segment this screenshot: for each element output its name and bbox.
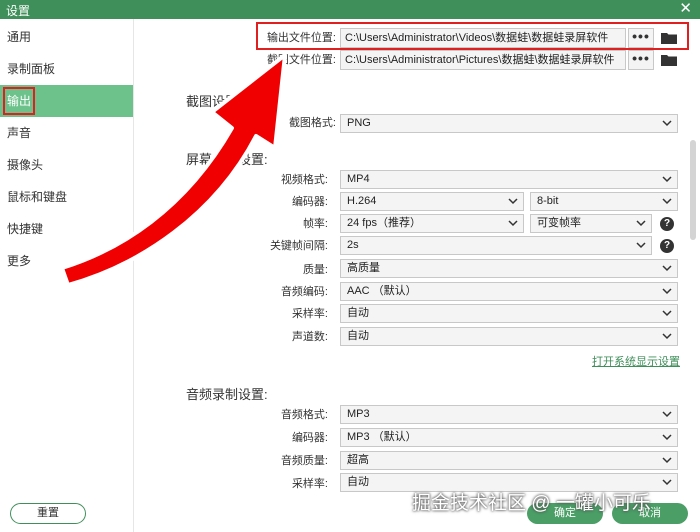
help-icon[interactable]: ?	[660, 239, 674, 253]
folder-icon	[661, 55, 677, 66]
screenshot-settings-title: 截图设置	[186, 94, 239, 109]
field-label: 视频格式:	[280, 174, 328, 186]
encoder-select[interactable]: H.264	[340, 192, 524, 211]
field-label: 编码器:	[291, 432, 328, 444]
select-value: 自动	[347, 330, 369, 342]
quality-select[interactable]: 高质量	[340, 259, 678, 278]
chevron-down-icon	[662, 265, 672, 272]
audio-encoder-select[interactable]: MP3 （默认）	[340, 428, 678, 447]
screen-recording-title: 屏幕录制设置:	[186, 152, 268, 167]
select-value: 高质量	[347, 262, 380, 274]
open-display-settings-link[interactable]: 打开系统显示设置	[592, 353, 680, 369]
sidebar-item-label: 更多	[7, 254, 32, 268]
sidebar-item-camera[interactable]: 摄像头	[0, 149, 133, 181]
window-title: 设置	[6, 4, 31, 18]
chevron-down-icon	[662, 333, 672, 340]
reset-button[interactable]: 重置	[10, 503, 86, 524]
sidebar-item-sound[interactable]: 声音	[0, 117, 133, 149]
select-value: H.264	[347, 195, 377, 207]
screenshot-folder-button[interactable]	[658, 50, 680, 70]
field-label: 采样率:	[291, 308, 328, 320]
sidebar-item-label: 输出	[3, 87, 36, 115]
select-value: 可变帧率	[537, 217, 581, 229]
chevron-down-icon	[662, 479, 672, 486]
select-value: AAC （默认）	[347, 285, 417, 297]
channels-select[interactable]: 自动	[340, 327, 678, 346]
screenshot-format-select[interactable]: PNG	[340, 114, 678, 133]
field-label: 采样率:	[291, 478, 328, 490]
select-value: MP4	[347, 173, 370, 185]
select-value: PNG	[347, 117, 371, 129]
chevron-down-icon	[662, 198, 672, 205]
select-value: 8-bit	[537, 195, 559, 207]
screenshot-browse-button[interactable]: •••	[628, 50, 654, 70]
select-value: 自动	[347, 476, 369, 488]
audio-format-select[interactable]: MP3	[340, 405, 678, 424]
field-label: 质量:	[302, 264, 328, 276]
select-value: 超高	[347, 454, 369, 466]
screenshot-format-label: 截图格式:	[288, 117, 336, 129]
sidebar-item-label: 鼠标和键盘	[7, 190, 68, 204]
chevron-down-icon	[662, 434, 672, 441]
chevron-down-icon	[662, 411, 672, 418]
screenshot-path-field[interactable]: C:\Users\Administrator\Pictures\数据蛙\数据蛙录…	[340, 50, 626, 70]
frame-mode-select[interactable]: 可变帧率	[530, 214, 652, 233]
field-label: 帧率:	[302, 218, 328, 230]
bit-depth-select[interactable]: 8-bit	[530, 192, 678, 211]
select-value: 自动	[347, 307, 369, 319]
sidebar-item-label: 声音	[7, 126, 32, 140]
select-value: 2s	[347, 239, 359, 251]
sidebar-item-more[interactable]: 更多	[0, 245, 133, 277]
sidebar: 通用 录制面板 输出 声音 摄像头 鼠标和键盘 快捷键 更多	[0, 19, 134, 532]
watermark: 掘金技术社区 @ 一罐小可乐	[412, 493, 651, 514]
chevron-down-icon	[636, 242, 646, 249]
frame-rate-select[interactable]: 24 fps（推荐）	[340, 214, 524, 233]
help-icon[interactable]: ?	[660, 217, 674, 231]
keyframe-interval-select[interactable]: 2s	[340, 236, 652, 255]
sidebar-item-hotkeys[interactable]: 快捷键	[0, 213, 133, 245]
field-label: 编码器:	[291, 196, 328, 208]
sidebar-item-label: 快捷键	[7, 222, 44, 236]
sample-rate-select[interactable]: 自动	[340, 304, 678, 323]
title-bar: 设置 ✕	[0, 0, 700, 19]
sidebar-item-general[interactable]: 通用	[0, 21, 133, 53]
output-path-annotation	[256, 22, 689, 50]
chevron-down-icon	[662, 310, 672, 317]
select-value: MP3 （默认）	[347, 431, 417, 443]
video-format-select[interactable]: MP4	[340, 170, 678, 189]
chevron-down-icon	[508, 198, 518, 205]
sidebar-item-label: 通用	[7, 30, 32, 44]
scrollbar[interactable]	[690, 140, 696, 240]
sidebar-item-label: 摄像头	[7, 158, 44, 172]
chevron-down-icon	[662, 176, 672, 183]
sidebar-item-mouse-keyboard[interactable]: 鼠标和键盘	[0, 181, 133, 213]
sidebar-item-recording-panel[interactable]: 录制面板	[0, 53, 133, 85]
sidebar-item-label: 录制面板	[7, 62, 56, 76]
sidebar-item-output[interactable]: 输出	[0, 85, 133, 117]
field-label: 音频格式:	[280, 409, 328, 421]
chevron-down-icon	[662, 120, 672, 127]
select-value: 24 fps（推荐）	[347, 217, 421, 229]
select-value: MP3	[347, 408, 370, 420]
field-label: 音频编码:	[280, 286, 328, 298]
audio-recording-title: 音频录制设置:	[186, 387, 268, 402]
close-icon[interactable]: ✕	[679, 0, 692, 18]
audio-quality-select[interactable]: 超高	[340, 451, 678, 470]
chevron-down-icon	[508, 220, 518, 227]
field-label: 关键帧间隔:	[269, 240, 328, 252]
audio-codec-select[interactable]: AAC （默认）	[340, 282, 678, 301]
field-label: 声道数:	[291, 331, 328, 343]
field-label: 音频质量:	[280, 455, 328, 467]
screenshot-path-label: 截图文件位置:	[266, 54, 336, 66]
chevron-down-icon	[662, 457, 672, 464]
chevron-down-icon	[636, 220, 646, 227]
chevron-down-icon	[662, 288, 672, 295]
